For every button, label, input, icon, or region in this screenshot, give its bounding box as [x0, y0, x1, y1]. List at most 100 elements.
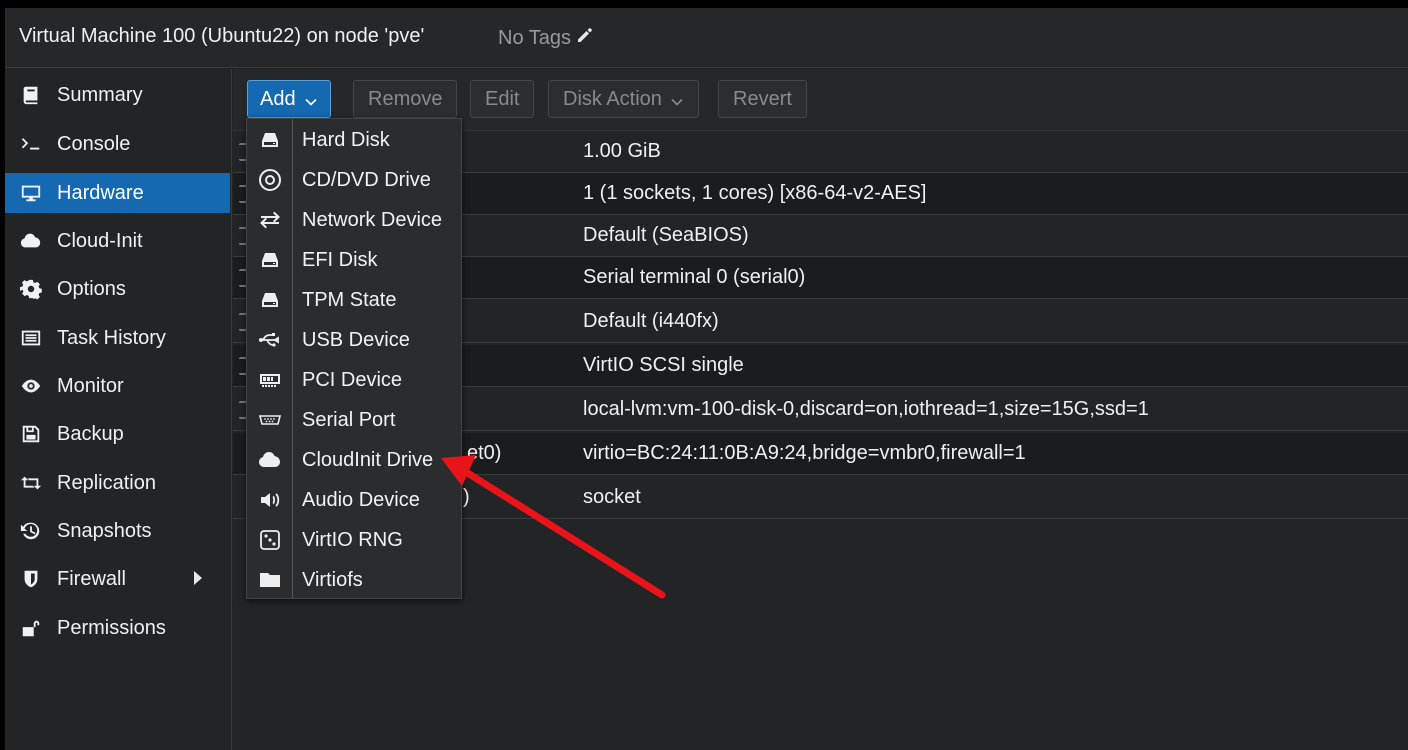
row-value: Default (SeaBIOS): [583, 224, 749, 246]
sidebar-item-label: Hardware: [57, 181, 144, 204]
sidebar-item-label: Task History: [57, 326, 166, 349]
tags-editor[interactable]: No Tags: [498, 25, 595, 51]
revert-button[interactable]: Revert: [718, 80, 807, 118]
add-dropdown-menu: Hard Disk CD/DVD Drive Network Device EF…: [246, 118, 462, 599]
retweet-icon: [19, 471, 43, 495]
title-bar: Virtual Machine 100 (Ubuntu22) on node '…: [5, 8, 1408, 68]
cloud-icon: [247, 448, 292, 472]
menu-item-serial-port[interactable]: Serial Port: [247, 400, 461, 440]
serial-port-icon: [247, 408, 292, 432]
row-label-fragment: et0): [467, 442, 502, 464]
sidebar-item-summary[interactable]: Summary: [5, 75, 230, 115]
gear-icon: [19, 277, 43, 301]
sidebar-item-backup[interactable]: Backup: [5, 414, 230, 454]
add-button[interactable]: Add: [247, 80, 331, 118]
sidebar-item-options[interactable]: Options: [5, 269, 230, 309]
sidebar-item-monitor[interactable]: Monitor: [5, 366, 230, 406]
sidebar-item-firewall[interactable]: Firewall: [5, 559, 230, 599]
tags-label: No Tags: [498, 26, 572, 49]
terminal-icon: [19, 132, 43, 156]
row-value: socket: [583, 486, 641, 508]
dice-icon: [247, 528, 292, 552]
sidebar-item-label: Cloud-Init: [57, 229, 143, 252]
menu-item-usb-device[interactable]: USB Device: [247, 320, 461, 360]
cloud-icon: [19, 229, 43, 253]
row-value: virtio=BC:24:11:0B:A9:24,bridge=vmbr0,fi…: [583, 442, 1026, 464]
sidebar-item-label: Monitor: [57, 374, 124, 397]
disk-action-label: Disk Action: [563, 87, 662, 110]
menu-item-virtiofs[interactable]: Virtiofs: [247, 560, 461, 600]
menu-item-pci-device[interactable]: PCI Device: [247, 360, 461, 400]
proxmox-vm-panel: Virtual Machine 100 (Ubuntu22) on node '…: [5, 8, 1408, 750]
sidebar-item-replication[interactable]: Replication: [5, 463, 230, 503]
menu-item-tpm-state[interactable]: TPM State: [247, 280, 461, 320]
menu-item-cd-dvd-drive[interactable]: CD/DVD Drive: [247, 160, 461, 200]
sidebar-item-label: Options: [57, 277, 126, 300]
menu-item-label: Virtiofs: [302, 568, 363, 591]
chevron-down-icon: [670, 92, 684, 106]
page-title: Virtual Machine 100 (Ubuntu22) on node '…: [19, 25, 425, 47]
speaker-icon: [247, 488, 292, 512]
monitor-icon: [19, 181, 43, 205]
menu-item-label: PCI Device: [302, 368, 403, 391]
menu-item-network-device[interactable]: Network Device: [247, 200, 461, 240]
sidebar-item-snapshots[interactable]: Snapshots: [5, 511, 230, 551]
folder-icon: [247, 568, 292, 592]
sidebar-item-label: Console: [57, 132, 131, 155]
edit-button[interactable]: Edit: [470, 80, 535, 118]
menu-item-label: CloudInit Drive: [302, 448, 434, 471]
row-label-fragment: ): [463, 486, 470, 508]
menu-item-label: Serial Port: [302, 408, 396, 431]
floppy-icon: [19, 422, 43, 446]
menu-item-label: CD/DVD Drive: [302, 168, 431, 191]
menu-item-label: Audio Device: [302, 488, 420, 511]
hdd-icon: [247, 248, 292, 272]
sidebar-item-label: Snapshots: [57, 519, 152, 542]
sidebar-item-cloud-init[interactable]: Cloud-Init: [5, 221, 230, 261]
row-value: local-lvm:vm-100-disk-0,discard=on,iothr…: [583, 398, 1149, 420]
menu-item-efi-disk[interactable]: EFI Disk: [247, 240, 461, 280]
sidebar-item-label: Permissions: [57, 616, 166, 639]
row-value: 1 (1 sockets, 1 cores) [x86-64-v2-AES]: [583, 182, 927, 204]
hdd-icon: [247, 128, 292, 152]
expand-arrow-icon[interactable]: [194, 571, 202, 585]
revert-button-label: Revert: [733, 87, 792, 110]
usb-icon: [247, 328, 292, 352]
disk-action-button[interactable]: Disk Action: [548, 80, 699, 118]
row-value: 1.00 GiB: [583, 140, 661, 162]
sidebar-item-label: Summary: [57, 83, 143, 106]
history-icon: [19, 519, 43, 543]
book-icon: [19, 83, 43, 107]
menu-item-virtio-rng[interactable]: VirtIO RNG: [247, 520, 461, 560]
hdd-icon: [247, 288, 292, 312]
sidebar-item-task-history[interactable]: Task History: [5, 318, 230, 358]
chevron-down-icon: [304, 92, 318, 106]
sidebar-item-permissions[interactable]: Permissions: [5, 608, 230, 648]
remove-button-label: Remove: [368, 87, 443, 110]
menu-item-label: TPM State: [302, 288, 397, 311]
remove-button[interactable]: Remove: [353, 80, 458, 118]
shield-icon: [19, 567, 43, 591]
menu-item-label: USB Device: [302, 328, 410, 351]
list-icon: [19, 326, 43, 350]
sidebar-item-label: Backup: [57, 422, 124, 445]
menu-item-label: Network Device: [302, 208, 443, 231]
exchange-icon: [247, 208, 292, 232]
unlock-icon: [19, 616, 43, 640]
row-value: VirtIO SCSI single: [583, 354, 744, 376]
pencil-icon[interactable]: [575, 25, 595, 51]
row-value: Serial terminal 0 (serial0): [583, 266, 806, 288]
sidebar-item-console[interactable]: Console: [5, 124, 230, 164]
edit-button-label: Edit: [485, 87, 520, 110]
sidebar-item-hardware[interactable]: Hardware: [5, 173, 230, 213]
menu-item-hard-disk[interactable]: Hard Disk: [247, 120, 461, 160]
pci-card-icon: [247, 368, 292, 392]
menu-item-label: EFI Disk: [302, 248, 378, 271]
menu-item-label: Hard Disk: [302, 128, 390, 151]
menu-item-audio-device[interactable]: Audio Device: [247, 480, 461, 520]
menu-item-cloudinit-drive[interactable]: CloudInit Drive: [247, 440, 461, 480]
sidebar-item-label: Firewall: [57, 567, 126, 590]
sidebar: Summary Console Hardware Cloud-Init Opti…: [5, 69, 232, 750]
eye-icon: [19, 374, 43, 398]
row-value: Default (i440fx): [583, 310, 719, 332]
